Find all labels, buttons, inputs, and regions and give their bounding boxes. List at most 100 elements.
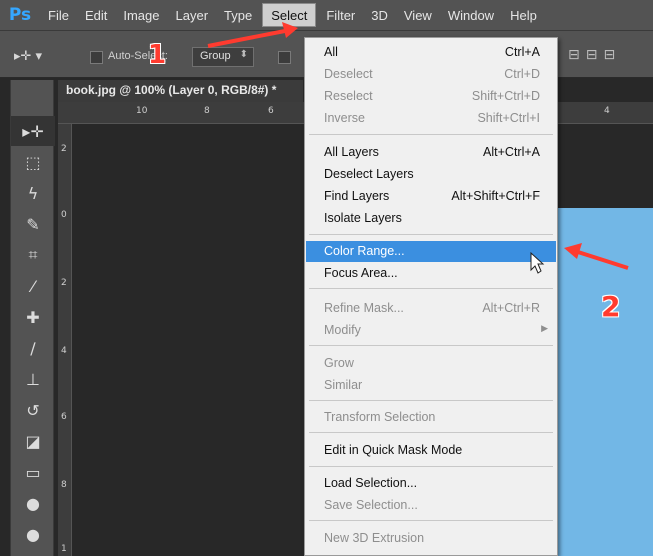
ruler-tick: 8 [204, 106, 210, 116]
menu-item-label: All Layers [324, 145, 379, 159]
menu-type[interactable]: Type [216, 0, 260, 30]
ruler-tick: 4 [61, 346, 67, 356]
select-menu-dropdown: All Ctrl+A Deselect Ctrl+D Reselect Shift+Ctr… [304, 37, 558, 556]
menu-item-edit-in-quick-mask-mode[interactable]: Edit in Quick Mask Mode [306, 440, 556, 461]
menu-item-focus-area[interactable]: Focus Area... [306, 263, 556, 284]
menu-item-all-layers[interactable]: All Layers Alt+Ctrl+A [306, 142, 556, 163]
ruler-tick: 1 [61, 544, 67, 554]
eyedropper-tool-icon[interactable]: ⁄ [11, 271, 55, 301]
move-tool-icon[interactable]: ▸✛ [11, 116, 55, 146]
menu-item-save-selection[interactable]: Save Selection... [306, 495, 556, 516]
menu-item-reselect[interactable]: Reselect Shift+Ctrl+D [306, 86, 556, 107]
crop-tool-icon[interactable]: ⌗ [11, 240, 55, 270]
menu-item-find-layers[interactable]: Find Layers Alt+Shift+Ctrl+F [306, 186, 556, 207]
auto-select-checkbox[interactable] [90, 51, 103, 64]
menu-item-label: Find Layers [324, 189, 390, 203]
menu-item-label: Load Selection... [324, 476, 418, 490]
menu-item-shortcut: Shift+Ctrl+I [477, 111, 540, 125]
gradient-tool-icon[interactable]: ▭ [11, 457, 55, 487]
menu-item-transform-selection[interactable]: Transform Selection [306, 407, 556, 428]
submenu-arrow-icon: ▶ [541, 323, 548, 333]
menu-item-label: Deselect Layers [324, 167, 414, 181]
menu-edit[interactable]: Edit [77, 0, 115, 30]
menu-item-grow[interactable]: Grow [306, 353, 556, 374]
menu-item-shortcut: Alt+Ctrl+R [482, 301, 540, 315]
menu-help[interactable]: Help [502, 0, 545, 30]
document-tab[interactable]: book.jpg @ 100% (Layer 0, RGB/8#) * [58, 80, 303, 102]
menu-filter[interactable]: Filter [318, 0, 363, 30]
menu-item-label: Similar [324, 378, 363, 392]
ruler-tick: 10 [136, 106, 148, 116]
align-buttons-icon[interactable]: ⊟⊟⊟ [568, 47, 621, 63]
ruler-tick: 0 [61, 210, 67, 220]
marquee-tool-icon[interactable]: ⬚ [11, 147, 55, 177]
menu-item-inverse[interactable]: Inverse Shift+Ctrl+I [306, 108, 556, 129]
blur-tool-icon[interactable]: ● [11, 488, 55, 518]
menu-item-label: All [324, 45, 338, 59]
menu-item-shortcut: Ctrl+D [504, 67, 540, 81]
menu-view[interactable]: View [396, 0, 440, 30]
menu-item-label: Save Selection... [324, 498, 418, 512]
menu-layer[interactable]: Layer [168, 0, 217, 30]
menu-item-label: Isolate Layers [324, 211, 402, 225]
brush-tool-icon[interactable]: ∕ [11, 333, 55, 363]
menu-item-refine-mask[interactable]: Refine Mask... Alt+Ctrl+R [306, 298, 556, 319]
menu-item-all[interactable]: All Ctrl+A [306, 42, 556, 63]
menu-image[interactable]: Image [115, 0, 167, 30]
ruler-tick: 2 [61, 144, 67, 154]
menu-file[interactable]: File [40, 0, 77, 30]
healing-brush-tool-icon[interactable]: ✚ [11, 302, 55, 332]
dodge-tool-icon[interactable]: ● [11, 519, 55, 549]
menu-item-label: Modify [324, 323, 361, 337]
ruler-tick: 8 [61, 480, 67, 490]
ruler-tick: 4 [604, 106, 610, 116]
menu-item-isolate-layers[interactable]: Isolate Layers [306, 208, 556, 229]
menu-item-label: Inverse [324, 111, 365, 125]
menu-item-shortcut: Shift+Ctrl+D [471, 89, 540, 103]
menu-item-modify[interactable]: Modify ▶ [306, 320, 556, 341]
photoshop-window: Ps File Edit Image Layer Type Select Fil… [0, 0, 653, 556]
move-tool-preset-icon[interactable]: ▸✛ ▾ [14, 49, 42, 64]
menu-separator [309, 234, 553, 235]
ruler-tick: 6 [61, 412, 67, 422]
quick-selection-tool-icon[interactable]: ✎ [11, 209, 55, 239]
menu-item-shortcut: Alt+Shift+Ctrl+F [451, 189, 540, 203]
menu-item-new-3d-extrusion[interactable]: New 3D Extrusion [306, 528, 556, 549]
menu-item-label: Focus Area... [324, 266, 398, 280]
photoshop-logo: Ps [8, 5, 32, 25]
menu-item-label: Edit in Quick Mask Mode [324, 443, 463, 457]
menu-3d[interactable]: 3D [363, 0, 396, 30]
menu-window[interactable]: Window [440, 0, 502, 30]
menu-separator [309, 400, 553, 401]
menu-separator [309, 288, 553, 289]
menu-item-label: Grow [324, 356, 354, 370]
menu-item-label: New 3D Extrusion [324, 531, 425, 545]
step-1-label: 1 [148, 40, 167, 70]
menu-bar: Ps File Edit Image Layer Type Select Fil… [0, 0, 653, 30]
updown-arrow-icon: ⬍ [239, 49, 248, 60]
ruler-tick: 2 [61, 278, 67, 288]
menu-separator [309, 466, 553, 467]
auto-select-value: Group [200, 50, 231, 62]
clone-stamp-tool-icon[interactable]: ⊥ [11, 364, 55, 394]
menu-item-load-selection[interactable]: Load Selection... [306, 473, 556, 494]
lasso-tool-icon[interactable]: ϟ [11, 178, 55, 208]
history-brush-tool-icon[interactable]: ↺ [11, 395, 55, 425]
eraser-tool-icon[interactable]: ◪ [11, 426, 55, 456]
menu-item-color-range[interactable]: Color Range... [306, 241, 556, 262]
menu-item-deselect[interactable]: Deselect Ctrl+D [306, 64, 556, 85]
ruler-tick: 6 [268, 106, 274, 116]
auto-select-dropdown[interactable]: Group ⬍ [192, 47, 254, 67]
menu-item-shortcut: Alt+Ctrl+A [483, 145, 540, 159]
menu-select[interactable]: Select [262, 3, 317, 27]
menu-item-label: Transform Selection [324, 410, 436, 424]
show-transform-checkbox[interactable] [278, 51, 291, 64]
menu-item-deselect-layers[interactable]: Deselect Layers [306, 164, 556, 185]
menu-separator [309, 345, 553, 346]
menu-item-label: Deselect [324, 67, 373, 81]
step-2-label: 2 [601, 290, 621, 323]
vertical-ruler: 2 0 2 4 6 8 1 [58, 124, 72, 556]
menu-item-label: Refine Mask... [324, 301, 404, 315]
menu-separator [309, 520, 553, 521]
menu-item-similar[interactable]: Similar [306, 375, 556, 396]
